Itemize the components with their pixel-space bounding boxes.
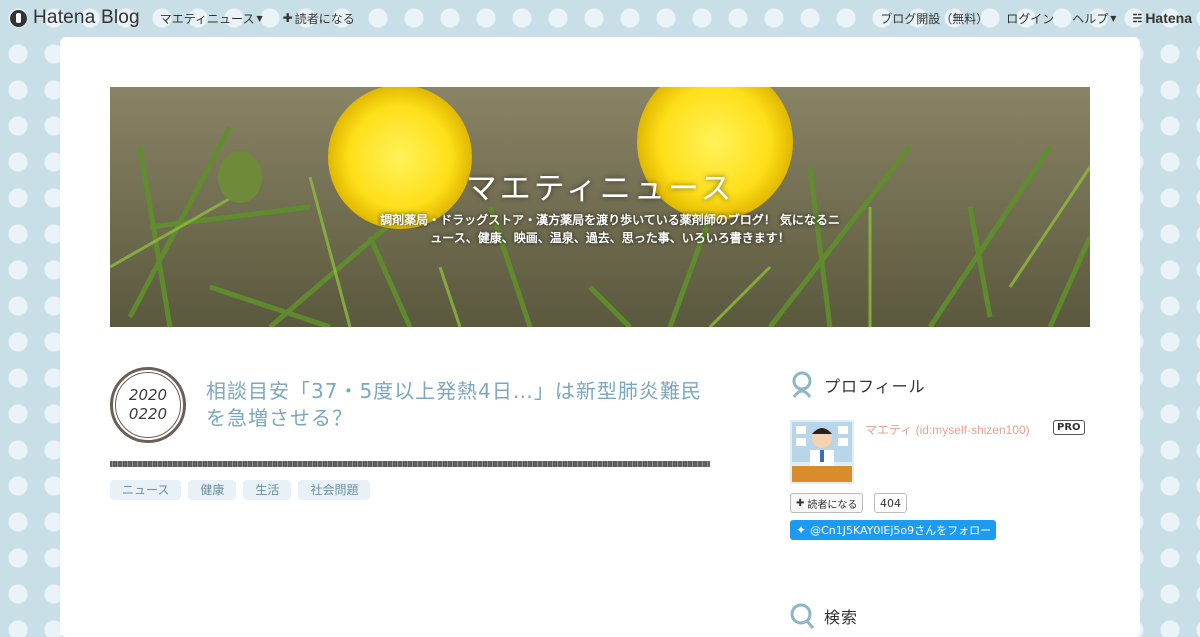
entry-date-badge[interactable]: 2020 0220 [110, 367, 186, 443]
profile-person-icon [790, 371, 814, 399]
blog-menu-dropdown[interactable]: マエティニュース ▼ [160, 10, 263, 27]
help-label: ヘルプ [1072, 11, 1109, 26]
subscriber-count: 404 [874, 493, 907, 513]
profile-module-title: プロフィール [824, 377, 926, 396]
logo-text: Hatena Blog [33, 7, 140, 28]
help-dropdown[interactable]: ヘルプ ▼ [1072, 10, 1116, 27]
category-tag[interactable]: 生活 [243, 480, 292, 500]
hatena-label: Hatena [1145, 10, 1192, 26]
hatena-blog-logo[interactable]: Hatena Blog [10, 0, 140, 36]
plus-icon: ✚ [796, 497, 805, 509]
blog-header-banner[interactable]: マエティニュース 調剤薬局・ドラッグストア・漢方薬局を渡り歩いている薬剤師のブロ… [110, 87, 1090, 327]
search-icon [790, 602, 815, 630]
avatar[interactable] [790, 420, 854, 484]
subscribe-link-label: 読者になる [294, 11, 355, 26]
open-blog-label: ブログ開設（無料） [880, 11, 989, 26]
pro-badge: PRO [1053, 420, 1085, 435]
entry-date-monthday: 0220 [128, 405, 168, 423]
entry-divider [110, 461, 710, 467]
hatena-blog-pen-icon [10, 9, 27, 27]
caret-down-icon: ▼ [1110, 13, 1117, 23]
profile-module-header: プロフィール [790, 371, 926, 399]
global-header: Hatena Blog マエティニュース ▼ ✚ 読者になる ブログ開設（無料）… [0, 0, 1200, 36]
blog-description: 調剤薬局・ドラッグストア・漢方薬局を渡り歩いている薬剤師のブログ！ 気になるニュ… [380, 213, 840, 245]
blog-title[interactable]: マエティニュース [110, 163, 1090, 208]
subscribe-link[interactable]: ✚ 読者になる [283, 10, 355, 27]
login-link[interactable]: ログイン [1006, 10, 1054, 27]
search-module-header: 検索 [790, 602, 858, 630]
search-module-title: 検索 [824, 608, 859, 627]
plus-icon: ✚ [282, 11, 293, 25]
caret-down-icon: ▼ [256, 13, 263, 23]
twitter-bird-icon: ✦ [796, 523, 807, 537]
hatena-apps-icon: ☵ [1132, 12, 1143, 25]
profile-name-link[interactable]: マエティ (id:myself-shizen100) [865, 421, 1030, 438]
category-tag[interactable]: 健康 [188, 480, 237, 500]
open-blog-link[interactable]: ブログ開設（無料） [880, 10, 988, 27]
content-card: マエティニュース 調剤薬局・ドラッグストア・漢方薬局を渡り歩いている薬剤師のブロ… [60, 37, 1140, 637]
subscribe-button-label: 読者になる [807, 499, 858, 511]
category-tag[interactable]: 社会問題 [298, 480, 371, 500]
twitter-follow-button[interactable]: ✦ @Cn1J5KAY0lEj5o9さんをフォロー [790, 520, 996, 540]
blog-menu-label: マエティニュース [159, 11, 255, 26]
entry-title[interactable]: 相談目安「37・5度以上発熱4日…」は新型肺炎難民を急増させる？ [206, 378, 716, 432]
subscribe-button[interactable]: ✚ 読者になる [790, 493, 864, 513]
entry-categories: ニュース 健康 生活 社会問題 [110, 480, 377, 500]
category-tag[interactable]: ニュース [110, 480, 182, 500]
login-label: ログイン [1006, 11, 1055, 26]
right-nav: ブログ開設（無料） ログイン ヘルプ ▼ ☵ Hatena [862, 10, 1192, 27]
twitter-follow-label: @Cn1J5KAY0lEj5o9さんをフォロー [810, 524, 992, 537]
entry-date-year: 2020 [128, 386, 168, 404]
hatena-menu[interactable]: ☵ Hatena [1132, 10, 1192, 26]
